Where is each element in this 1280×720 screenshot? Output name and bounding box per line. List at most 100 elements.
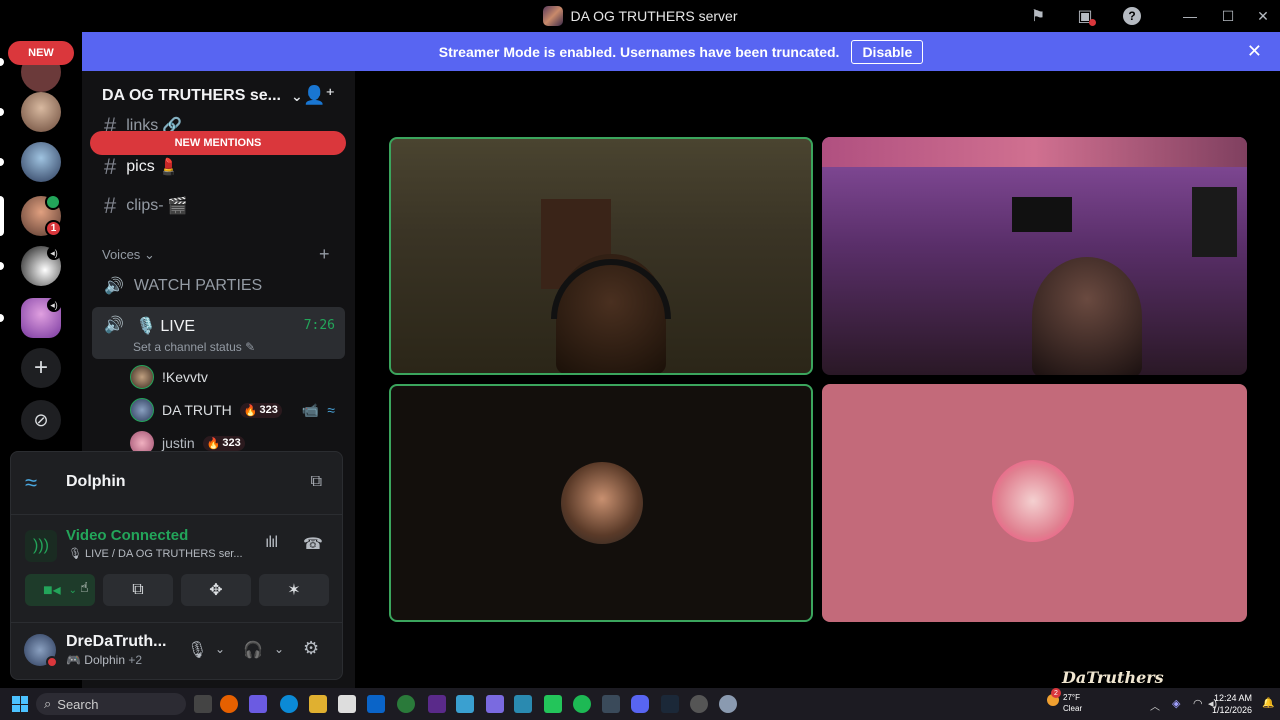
boost-badge: 🔥 323 [239,402,282,418]
channel-watch-parties[interactable]: 🔊 WATCH PARTIES [92,269,345,303]
chevron-down-icon: ⌄ [68,584,78,596]
copilot-icon[interactable] [249,695,267,713]
steam-icon[interactable] [661,695,679,713]
clapper-icon: 🎬 [167,198,188,215]
server-icon-3[interactable] [21,142,61,182]
divider [11,514,342,515]
activity-name: Dolphin [66,473,126,490]
notification-bell-icon[interactable]: 🔔 [1262,698,1274,709]
new-badge[interactable]: NEW [8,41,74,65]
connection-channel[interactable]: 🎙 LIVE / DA OG TRUTHERS ser... [68,547,243,560]
tv-image [1012,197,1072,232]
hash-icon: # [104,193,117,218]
noise-suppression-icon[interactable]: ılıl [265,534,278,552]
file-explorer-icon[interactable] [309,695,327,713]
edge-icon[interactable] [280,695,298,713]
video-tile-2[interactable] [822,137,1247,375]
speaker-icon: ◂) [47,298,61,312]
channel-status[interactable]: Set a channel status ✎ [133,340,255,354]
chevron-down-icon: ⌄ [143,247,155,262]
person-image [1032,257,1142,375]
spotify-icon[interactable] [573,695,591,713]
microphone-icon[interactable]: 🎙 [187,640,207,660]
streamer-mode-banner: Streamer Mode is enabled. Usernames have… [82,32,1280,71]
share-screen-button[interactable]: ⧉ [103,574,173,606]
connection-status[interactable]: Video Connected [66,527,188,544]
user-avatar [992,460,1074,542]
voice-timer: 7:26 [303,318,335,333]
user-avatar [561,462,643,544]
channel-clips[interactable]: # clips- 🎬 [92,189,345,223]
app-icon[interactable] [602,695,620,713]
channel-live[interactable]: 🔊 🎙️ LIVE 7:26 Set a channel status ✎ [92,307,345,359]
wifi-icon[interactable]: ◠ [1193,697,1203,710]
taskbar-clock[interactable]: 12:24 AM 1/12/2026 [1212,692,1252,716]
headphones-icon[interactable]: 🎧 [243,640,263,660]
weather-widget[interactable]: 2 27°F Clear [1047,688,1082,714]
tray-chevron-icon[interactable]: ︿ [1150,698,1160,713]
game-controller-icon: 🎮 [66,653,81,667]
speaker-active-icon: 🔊 [104,317,124,334]
watermark-logo: DaTruthers [1062,668,1164,687]
app-icon[interactable] [428,695,446,713]
help-icon[interactable]: ? [1120,4,1144,28]
speaker-icon: 🔊 [104,278,124,295]
camera-icon: 📹 [301,401,320,418]
video-tile-4[interactable] [822,384,1247,622]
chevron-down-icon[interactable]: ⌄ [274,642,284,656]
tray-app-icon[interactable]: ◈ [1172,697,1180,710]
dolphin-icon: ≈ [327,402,335,418]
video-status-icon [45,194,61,210]
invite-people-icon[interactable]: 👤⁺ [303,85,335,106]
selected-pill [0,196,4,236]
voice-user[interactable]: !Kevvtv [130,364,208,390]
search-icon: ⌕ [44,696,52,711]
discord-icon[interactable] [631,695,649,713]
ceiling-light-image [822,137,1247,167]
user-activity: 🎮 Dolphin +2 [66,653,143,667]
task-view-icon[interactable] [194,695,212,713]
add-channel-icon[interactable]: + [319,244,330,265]
xbox-icon[interactable] [397,695,415,713]
app-icon[interactable] [456,695,474,713]
video-tile-3[interactable] [389,384,813,622]
server-icon [542,6,563,26]
activities-icon: ✥ [209,582,223,599]
voice-user[interactable]: DA TRUTH 🔥 323 📹 ≈ [130,397,335,423]
outlook-icon[interactable] [367,695,385,713]
disconnect-icon[interactable]: ☎ [303,534,323,554]
chevron-down-icon[interactable]: ⌄ [215,642,225,656]
screen-share-icon[interactable]: ⧉ [311,473,322,491]
disable-streamer-mode-button[interactable]: Disable [851,39,924,64]
user-name[interactable]: DreDaTruth... [66,633,166,651]
category-voices[interactable]: Voices ⌄ [102,247,155,263]
server-icon-2[interactable] [21,92,61,132]
chevron-down-icon: ⌄ [290,87,303,104]
inbox-icon[interactable]: ▣ [1073,4,1097,28]
taskbar-search[interactable]: ⌕ Search [36,693,186,715]
activities-button[interactable]: ✥ [181,574,251,606]
explore-icon[interactable]: ⊘ [21,400,61,440]
close-window-button[interactable]: ✕ [1240,0,1280,32]
flag-icon[interactable]: ⚑ [1026,4,1050,28]
app-icon[interactable] [544,695,562,713]
taskbar: ⌕ Search 2 27°F Clear ︿ ◈ ◠ ◂) 12:24 AM 1… [0,688,1280,720]
app-icon[interactable] [514,695,532,713]
boost-badge: 🔥 323 [202,435,245,451]
weather-badge: 2 [1051,688,1061,698]
settings-icon[interactable] [719,695,737,713]
store-icon[interactable] [338,695,356,713]
app-icon[interactable] [690,695,708,713]
dolphin-icon: ≈ [25,470,38,495]
banner-message: Streamer Mode is enabled. Usernames have… [438,43,840,60]
channel-pics[interactable]: # pics 💄 [92,150,345,184]
windows-start-icon[interactable] [12,696,28,712]
video-tile-1[interactable] [389,137,813,375]
settings-gear-icon[interactable]: ⚙ [303,638,319,659]
app-icon[interactable] [486,695,504,713]
firefox-icon[interactable] [220,695,238,713]
soundboard-button[interactable]: ✶ [259,574,329,606]
close-icon[interactable]: ✕ [1247,41,1262,62]
add-server-icon[interactable]: + [21,348,61,388]
connection-icon[interactable]: ))) [25,530,57,562]
